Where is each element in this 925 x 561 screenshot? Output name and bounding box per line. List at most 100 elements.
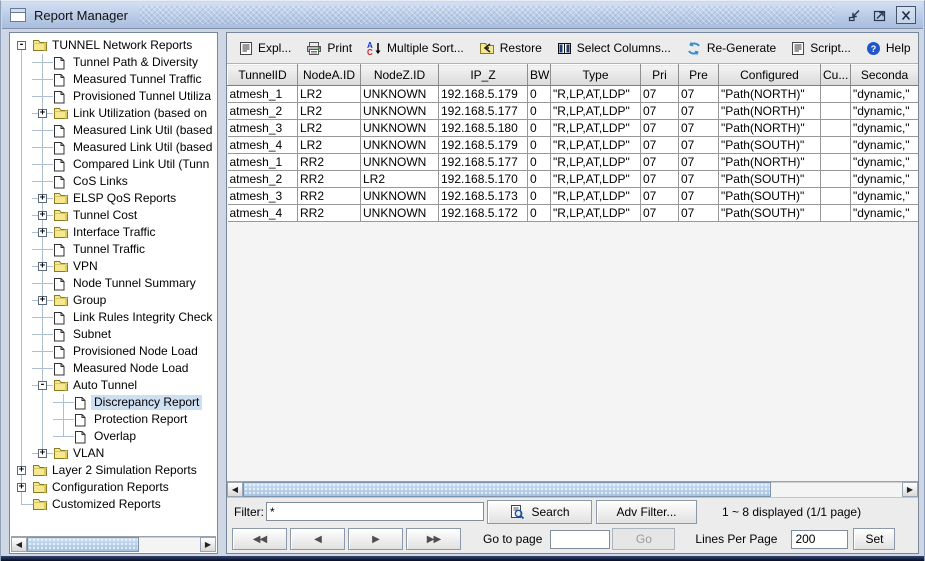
- table-cell[interactable]: "Path(NORTH)": [718, 102, 821, 120]
- table-cell[interactable]: 192.168.5.177: [438, 153, 528, 171]
- table-cell[interactable]: RR2: [297, 204, 361, 222]
- table-cell[interactable]: 0: [527, 153, 551, 171]
- table-cell[interactable]: UNKNOWN: [360, 119, 439, 137]
- table-cell[interactable]: atmesh_4: [227, 136, 298, 154]
- column-header-ip-z[interactable]: IP_Z: [438, 64, 528, 86]
- search-button[interactable]: Search: [487, 499, 592, 524]
- table-cell[interactable]: UNKNOWN: [360, 85, 439, 103]
- column-header-seconda[interactable]: Seconda: [850, 64, 918, 86]
- table-row[interactable]: atmesh_3 RR2 UNKNOWN 192.168.5.173 0 "R,LP,AT…: [227, 187, 918, 205]
- table-cell[interactable]: [820, 204, 851, 222]
- table-cell[interactable]: RR2: [297, 187, 361, 205]
- table-cell[interactable]: 07: [678, 85, 719, 103]
- table-cell[interactable]: [820, 102, 851, 120]
- tree-item-measured-tunnel-traffic[interactable]: Measured Tunnel Traffic: [11, 71, 216, 88]
- column-header-type[interactable]: Type: [550, 64, 641, 86]
- table-cell[interactable]: RR2: [297, 170, 361, 188]
- table-cell[interactable]: UNKNOWN: [360, 153, 439, 171]
- table-cell[interactable]: 192.168.5.173: [438, 187, 528, 205]
- table-cell[interactable]: LR2: [297, 136, 361, 154]
- scroll-left-icon[interactable]: ◀: [227, 482, 243, 497]
- table-cell[interactable]: LR2: [360, 170, 439, 188]
- table-cell[interactable]: 0: [527, 187, 551, 205]
- table-row[interactable]: atmesh_2 LR2 UNKNOWN 192.168.5.177 0 "R,LP,AT…: [227, 102, 918, 120]
- column-header-tunnelid[interactable]: TunnelID: [227, 64, 298, 86]
- table-cell[interactable]: 07: [678, 102, 719, 120]
- export-button[interactable]: Expl...: [235, 38, 295, 59]
- table-cell[interactable]: 07: [678, 170, 719, 188]
- table-cell[interactable]: "dynamic,": [850, 153, 918, 171]
- table-row[interactable]: atmesh_1 RR2 UNKNOWN 192.168.5.177 0 "R,LP,AT…: [227, 153, 918, 171]
- tree-item-measured-node-load[interactable]: Measured Node Load: [11, 360, 216, 377]
- table-cell[interactable]: 192.168.5.170: [438, 170, 528, 188]
- table-cell[interactable]: 0: [527, 85, 551, 103]
- table-cell[interactable]: RR2: [297, 153, 361, 171]
- table-cell[interactable]: 192.168.5.180: [438, 119, 528, 137]
- table-cell[interactable]: "R,LP,AT,LDP": [550, 85, 641, 103]
- tree-item-elsp-qos-reports[interactable]: + ELSP QoS Reports: [11, 190, 216, 207]
- table-cell[interactable]: "Path(SOUTH)": [718, 204, 821, 222]
- table-cell[interactable]: 07: [640, 204, 679, 222]
- table-cell[interactable]: "Path(SOUTH)": [718, 170, 821, 188]
- tree-item-cos-links[interactable]: CoS Links: [11, 173, 216, 190]
- help-button[interactable]: ? Help: [862, 38, 915, 59]
- tree-item-configuration-reports[interactable]: + Configuration Reports: [11, 479, 216, 496]
- table-cell[interactable]: "R,LP,AT,LDP": [550, 119, 641, 137]
- table-horizontal-scrollbar[interactable]: ◀ ▶: [227, 481, 918, 497]
- table-cell[interactable]: UNKNOWN: [360, 204, 439, 222]
- tree-scrollbar-thumb[interactable]: [27, 537, 139, 552]
- table-cell[interactable]: 0: [527, 119, 551, 137]
- table-cell[interactable]: [820, 85, 851, 103]
- iconify-button[interactable]: [846, 7, 864, 23]
- expand-icon[interactable]: +: [38, 228, 47, 237]
- table-cell[interactable]: "R,LP,AT,LDP": [550, 170, 641, 188]
- table-cell[interactable]: "dynamic,": [850, 204, 918, 222]
- table-cell[interactable]: 07: [678, 204, 719, 222]
- expand-icon[interactable]: +: [38, 109, 47, 118]
- multiple-sort-button[interactable]: A C Multiple Sort...: [363, 38, 468, 59]
- table-cell[interactable]: LR2: [297, 85, 361, 103]
- table-cell[interactable]: 0: [527, 102, 551, 120]
- tree-item-tunnel-path-diversity[interactable]: Tunnel Path & Diversity: [11, 54, 216, 71]
- tree-item-compared-link-util-tunn[interactable]: Compared Link Util (Tunn: [11, 156, 216, 173]
- table-cell[interactable]: "dynamic,": [850, 136, 918, 154]
- lines-per-page-input[interactable]: [791, 529, 849, 549]
- expand-icon[interactable]: +: [17, 483, 26, 492]
- tree-item-overlap[interactable]: Overlap: [11, 428, 216, 445]
- table-cell[interactable]: 0: [527, 136, 551, 154]
- regenerate-button[interactable]: Re-Generate: [682, 38, 780, 59]
- table-cell[interactable]: atmesh_2: [227, 102, 298, 120]
- tree-scrollbar-track[interactable]: [139, 537, 200, 552]
- table-cell[interactable]: atmesh_1: [227, 85, 298, 103]
- tree-item-auto-tunnel[interactable]: - Auto Tunnel: [11, 377, 216, 394]
- table-cell[interactable]: atmesh_2: [227, 170, 298, 188]
- table-cell[interactable]: "dynamic,": [850, 102, 918, 120]
- expand-icon[interactable]: +: [38, 449, 47, 458]
- last-page-button[interactable]: ▶▶: [406, 528, 461, 550]
- tree-item-discrepancy-report[interactable]: Discrepancy Report: [11, 394, 216, 411]
- tree-item-node-tunnel-summary[interactable]: Node Tunnel Summary: [11, 275, 216, 292]
- table-cell[interactable]: "R,LP,AT,LDP": [550, 204, 641, 222]
- expand-icon[interactable]: +: [38, 262, 47, 271]
- table-cell[interactable]: LR2: [297, 102, 361, 120]
- close-button[interactable]: [896, 6, 916, 24]
- table-cell[interactable]: "dynamic,": [850, 187, 918, 205]
- next-page-button[interactable]: ▶: [348, 528, 403, 550]
- tree-item-measured-link-util-based[interactable]: Measured Link Util (based: [11, 122, 216, 139]
- table-cell[interactable]: 07: [678, 187, 719, 205]
- table-scrollbar-thumb[interactable]: [243, 482, 771, 497]
- table-cell[interactable]: "dynamic,": [850, 170, 918, 188]
- tree-item-measured-link-util-based[interactable]: Measured Link Util (based: [11, 139, 216, 156]
- table-cell[interactable]: atmesh_1: [227, 153, 298, 171]
- table-cell[interactable]: 0: [527, 170, 551, 188]
- collapse-icon[interactable]: -: [17, 41, 26, 50]
- tree-item-customized-reports[interactable]: Customized Reports: [11, 496, 216, 513]
- table-cell[interactable]: 192.168.5.172: [438, 204, 528, 222]
- table-cell[interactable]: UNKNOWN: [360, 102, 439, 120]
- tree-item-provisioned-node-load[interactable]: Provisioned Node Load: [11, 343, 216, 360]
- table-row[interactable]: atmesh_3 LR2 UNKNOWN 192.168.5.180 0 "R,LP,AT…: [227, 119, 918, 137]
- table-cell[interactable]: 07: [640, 102, 679, 120]
- table-cell[interactable]: 07: [640, 136, 679, 154]
- tree-item-link-rules-integrity-check[interactable]: Link Rules Integrity Check: [11, 309, 216, 326]
- table-row[interactable]: atmesh_2 RR2 LR2 192.168.5.170 0 "R,LP,AT,LDP…: [227, 170, 918, 188]
